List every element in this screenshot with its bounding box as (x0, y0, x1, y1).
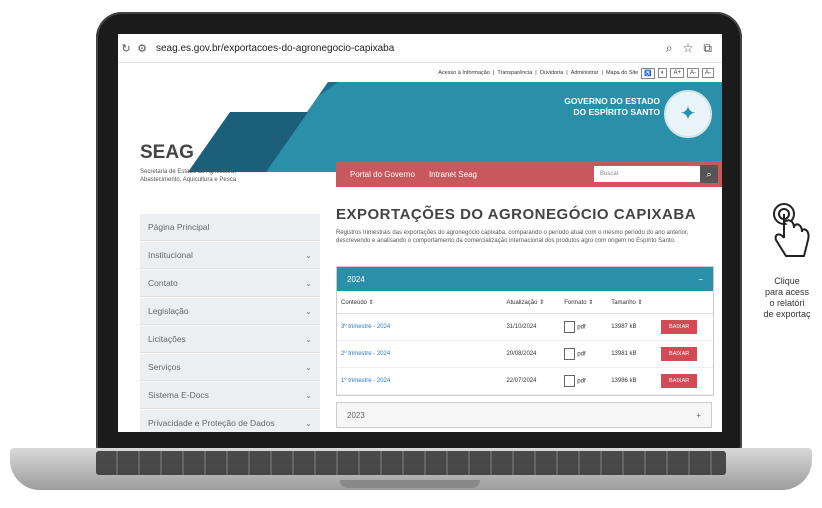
format-label: pdf (577, 378, 586, 385)
sidebar-item[interactable]: Licitações ⌄ (140, 326, 320, 353)
reports-table: Conteúdo ⇕ Atualização ⇕ Formato ⇕ Taman… (337, 291, 713, 395)
year-panel-2023[interactable]: 2023 + (336, 402, 712, 428)
sidebar-item[interactable]: Sistema E-Docs ⌄ (140, 382, 320, 409)
pdf-file-icon (564, 348, 576, 360)
col-size[interactable]: Tamanho ⇕ (607, 291, 658, 314)
sidebar-item-label: Legislação (148, 306, 189, 316)
report-link[interactable]: 3º trimestre - 2024 (337, 313, 503, 341)
chevron-down-icon: ⌄ (305, 390, 312, 400)
org-logo-text[interactable]: SEAG (140, 142, 194, 164)
nav-portal-governo[interactable]: Portal do Governo (350, 170, 415, 179)
chevron-down-icon: ⌄ (305, 334, 312, 344)
sidebar-item-label: Contato (148, 278, 178, 288)
government-title: GOVERNO DO ESTADO DO ESPÍRITO SANTO (564, 96, 660, 117)
chevron-down-icon: ⌄ (305, 306, 312, 316)
bookmark-star-icon[interactable]: ☆ (683, 41, 694, 56)
url-text[interactable]: seag.es.gov.br/exportacoes-do-agronegoci… (156, 43, 394, 54)
sidebar-item-label: Sistema E-Docs (148, 390, 209, 400)
chevron-down-icon: ⌄ (305, 418, 312, 428)
format-label: pdf (577, 324, 586, 331)
updated-date: 20/08/2024 (502, 340, 561, 368)
col-updated[interactable]: Atualização ⇕ (502, 291, 561, 314)
top-nav: Portal do Governo Intranet Seag Buscar ⌕ (336, 161, 722, 187)
sidebar-item-label: Serviços (148, 362, 181, 372)
sidebar-item-label: Institucional (148, 250, 193, 260)
admin-link[interactable]: Administrar (571, 70, 599, 76)
accessibility-icon[interactable]: ♿ (641, 67, 655, 79)
site-settings-icon[interactable]: ⚙ (134, 42, 150, 55)
sidebar-item[interactable]: Privacidade e Proteção de Dados ⌄ (140, 410, 320, 432)
panel-year: 2023 (347, 410, 365, 420)
download-button[interactable]: BAIXAR (661, 374, 698, 388)
extensions-icon[interactable]: ⧉ (703, 41, 712, 56)
col-content[interactable]: Conteúdo ⇕ (337, 291, 503, 314)
click-hint-text: Clique para acess o relatóri de exportaç (763, 276, 811, 319)
expand-icon[interactable]: + (696, 411, 701, 420)
font-increase-button[interactable]: A+ (670, 68, 684, 78)
pdf-file-icon (564, 375, 576, 387)
table-row: 2º trimestre - 2024 20/08/2024 pdf 13981 kB… (337, 340, 713, 368)
sidebar-item-label: Licitações (148, 334, 186, 344)
file-size: 13987 kB (607, 313, 658, 341)
laptop-screen: ↻ ⚙ seag.es.gov.br/exportacoes-do-agrone… (118, 34, 722, 432)
sidebar-item[interactable]: Institucional ⌄ (140, 242, 320, 269)
col-format[interactable]: Formato ⇕ (560, 291, 608, 314)
download-button[interactable]: BAIXAR (661, 347, 698, 361)
font-reset-button[interactable]: A- (702, 68, 714, 78)
page-title: EXPORTAÇÕES DO AGRONEGÓCIO CAPIXABA (336, 206, 697, 223)
chevron-down-icon: ⌄ (305, 362, 312, 372)
search-input[interactable]: Buscar (594, 166, 700, 182)
ombudsman-link[interactable]: Ouvidoria (540, 70, 564, 76)
format-cell: pdf (560, 340, 608, 368)
laptop-keyboard (96, 451, 726, 475)
reload-icon[interactable]: ↻ (118, 42, 134, 55)
sidebar: Página Principal Institucional ⌄ Contato ⌄ Le… (140, 214, 320, 432)
chevron-down-icon: ⌄ (305, 278, 312, 288)
pointer-hand-icon (773, 203, 810, 257)
laptop-notch (340, 480, 480, 488)
report-link[interactable]: 1º trimestre - 2024 (337, 367, 503, 395)
report-link[interactable]: 2º trimestre - 2024 (337, 340, 503, 368)
format-cell: pdf (560, 367, 608, 395)
sidebar-item[interactable]: Serviços ⌄ (140, 354, 320, 381)
sitemap-link[interactable]: Mapa do Site (606, 70, 638, 76)
collapse-icon[interactable]: − (698, 275, 703, 284)
year-panel-2024: 2024 − Conteúdo ⇕ Atualização ⇕ Formato … (336, 266, 714, 396)
panel-header[interactable]: 2024 − (337, 267, 713, 291)
info-access-link[interactable]: Acesso à Informação (438, 70, 490, 76)
file-size: 13981 kB (607, 340, 658, 368)
format-cell: pdf (560, 313, 608, 341)
sidebar-item[interactable]: Legislação ⌄ (140, 298, 320, 325)
browser-address-bar: ↻ ⚙ seag.es.gov.br/exportacoes-do-agrone… (118, 34, 722, 63)
nav-intranet-seag[interactable]: Intranet Seag (429, 170, 477, 179)
file-size: 13986 kB (607, 367, 658, 395)
font-decrease-button[interactable]: A- (687, 68, 699, 78)
format-label: pdf (577, 351, 586, 358)
panel-year: 2024 (347, 274, 365, 284)
sidebar-item[interactable]: Página Principal (140, 214, 320, 241)
table-row: 1º trimestre - 2024 22/07/2024 pdf 13986 kB… (337, 367, 713, 395)
transparency-link[interactable]: Transparência (497, 70, 532, 76)
updated-date: 31/10/2024 (502, 313, 561, 341)
pdf-file-icon (564, 321, 576, 333)
updated-date: 22/07/2024 (502, 367, 561, 395)
sidebar-item-label: Privacidade e Proteção de Dados (148, 418, 275, 428)
sidebar-item-label: Página Principal (148, 222, 210, 232)
accessibility-bar: Acesso à Informação | Transparência | Ouvi… (118, 64, 722, 82)
chevron-down-icon: ⌄ (305, 250, 312, 260)
contrast-icon[interactable]: ◐ (657, 68, 668, 78)
org-full-name: Secretaria de Estado da Agricultura, Aba… (140, 169, 237, 183)
state-seal-icon: ✦ (664, 90, 712, 138)
page-description: Registros trimestrais das exportações do… (336, 230, 689, 244)
search-icon[interactable]: ⌕ (700, 165, 718, 183)
zoom-icon[interactable]: ⌕ (666, 41, 673, 56)
download-button[interactable]: BAIXAR (661, 320, 698, 334)
sidebar-item[interactable]: Contato ⌄ (140, 270, 320, 297)
table-row: 3º trimestre - 2024 31/10/2024 pdf 13987 kB… (337, 313, 713, 341)
